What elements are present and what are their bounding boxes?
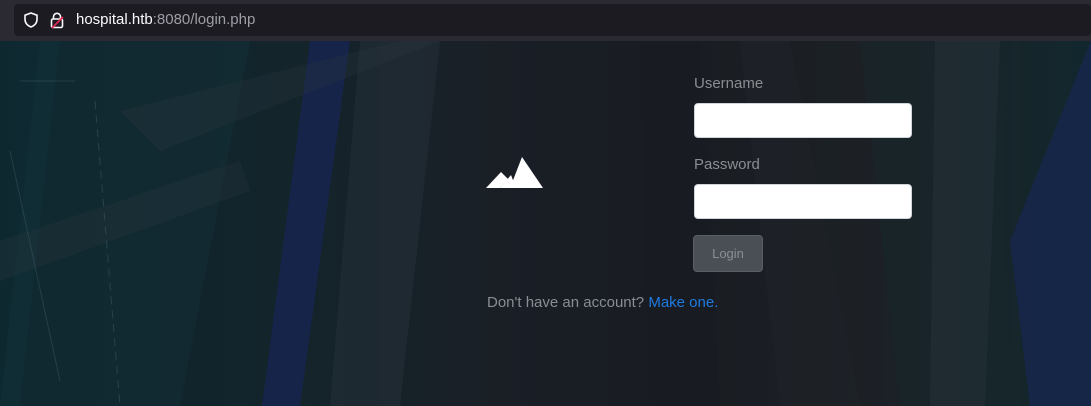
username-label: Username bbox=[694, 75, 764, 92]
signup-link[interactable]: Make one. bbox=[648, 294, 718, 311]
browser-toolbar: hospital.htb:8080/login.php bbox=[0, 0, 1091, 41]
login-page: Username Password Login Don't have an ac… bbox=[0, 41, 1091, 406]
insecure-lock-icon[interactable] bbox=[48, 4, 66, 36]
password-label: Password bbox=[694, 156, 760, 173]
signup-prompt: Don't have an account? Make one. bbox=[487, 294, 718, 311]
login-button[interactable]: Login bbox=[693, 235, 763, 272]
signup-text: Don't have an account? bbox=[487, 294, 645, 311]
url-bar[interactable]: hospital.htb:8080/login.php bbox=[14, 4, 1091, 36]
mountain-icon bbox=[486, 157, 543, 188]
url-path: :8080/login.php bbox=[152, 11, 256, 28]
url-host: hospital.htb bbox=[76, 11, 153, 28]
username-input[interactable] bbox=[694, 103, 912, 138]
url-text[interactable]: hospital.htb:8080/login.php bbox=[76, 4, 255, 36]
background-overlay bbox=[0, 41, 1091, 406]
shield-icon[interactable] bbox=[22, 4, 40, 36]
password-input[interactable] bbox=[694, 184, 912, 219]
